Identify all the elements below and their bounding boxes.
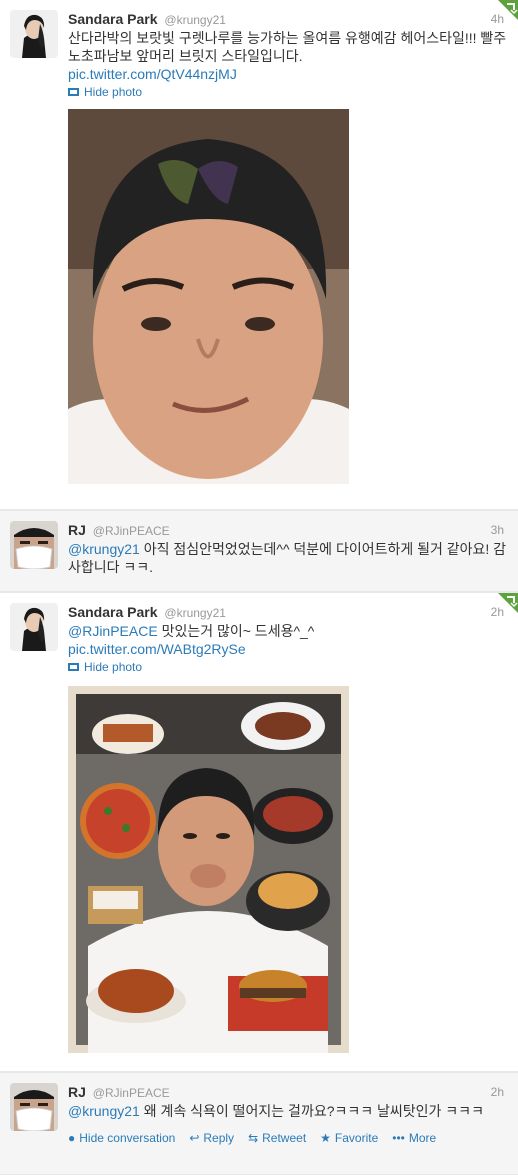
mention-link[interactable]: @krungy21	[68, 541, 140, 557]
avatar-rj[interactable]	[10, 1083, 58, 1131]
tweet-3[interactable]: Sandara Park @krungy21 2h @RJinPEACE 맛있는…	[0, 592, 518, 1072]
star-icon: ★	[320, 1131, 331, 1145]
retweet-label: Retweet	[262, 1131, 307, 1145]
more-button[interactable]: ••• More	[392, 1130, 436, 1146]
mention-link[interactable]: @krungy21	[68, 1103, 140, 1119]
hide-photo-button[interactable]: Hide photo	[68, 658, 508, 676]
tweet-header: Sandara Park @krungy21	[68, 10, 508, 28]
tweet-photo-link[interactable]: pic.twitter.com/WABtg2RySe	[68, 640, 508, 658]
tweet-text: @krungy21 아직 점심안먹었었는데^^ 덕분에 다이어트하게 될거 같아…	[68, 540, 508, 576]
retweet-icon: ⇆	[248, 1131, 259, 1145]
mention-link[interactable]: @RJinPEACE	[68, 623, 158, 639]
tweet-photo-1[interactable]	[68, 109, 349, 484]
favorite-label: Favorite	[334, 1131, 379, 1145]
tweet-author-name[interactable]: RJ	[68, 1084, 86, 1100]
favorite-button[interactable]: ★ Favorite	[320, 1130, 378, 1146]
tweet-header: RJ @RJinPEACE	[68, 1083, 508, 1101]
tweet-author-username[interactable]: @krungy21	[164, 13, 226, 27]
hide-conversation-button[interactable]: ● Hide conversation	[68, 1130, 175, 1146]
avatar-sandara[interactable]	[10, 10, 58, 58]
tweet-photo-link[interactable]: pic.twitter.com/QtV44nzjMJ	[68, 65, 508, 83]
tweet-text-body: 맛있는거 많이~ 드세용^_^	[157, 623, 315, 639]
hide-photo-label: Hide photo	[84, 660, 143, 674]
reply-icon: ↩	[189, 1131, 200, 1145]
hide-conversation-label: Hide conversation	[79, 1131, 176, 1145]
tweet-header: RJ @RJinPEACE	[68, 521, 508, 539]
tweet-text: @krungy21 왜 계속 식욕이 떨어지는 걸까요?ㅋㅋㅋ 날씨탓인가 ㅋㅋ…	[68, 1102, 508, 1120]
avatar-sandara[interactable]	[10, 603, 58, 651]
tweet-1[interactable]: Sandara Park @krungy21 4h 산다라박의 보랏빛 구렛나루…	[0, 0, 518, 510]
tweet-text: 산다라박의 보랏빛 구렛나루를 능가하는 올여름 유행예감 헤어스타일!!! 빨…	[68, 30, 507, 64]
tweet-timestamp[interactable]: 2h	[491, 1083, 504, 1101]
tweet-author-username[interactable]: @krungy21	[164, 606, 226, 620]
reply-label: Reply	[203, 1131, 235, 1145]
photo-icon	[68, 663, 79, 671]
hide-photo-button[interactable]: Hide photo	[68, 83, 508, 101]
retweet-button[interactable]: ⇆ Retweet	[248, 1130, 306, 1146]
tweet-timestamp[interactable]: 4h	[491, 10, 504, 28]
tweet-author-name[interactable]: Sandara Park	[68, 604, 158, 620]
tweet-timestamp[interactable]: 3h	[491, 521, 504, 539]
tweet-author-name[interactable]: RJ	[68, 522, 86, 538]
ellipsis-icon: •••	[392, 1131, 405, 1145]
more-label: More	[408, 1131, 437, 1145]
tweet-author-username[interactable]: @RJinPEACE	[93, 524, 170, 538]
tweet-4[interactable]: RJ @RJinPEACE 2h @krungy21 왜 계속 식욕이 떨어지는…	[0, 1072, 518, 1175]
tweet-author-name[interactable]: Sandara Park	[68, 11, 158, 27]
tweet-text-body: 왜 계속 식욕이 떨어지는 걸까요?ㅋㅋㅋ 날씨탓인가 ㅋㅋㅋ	[139, 1103, 484, 1119]
tweet-author-username[interactable]: @RJinPEACE	[93, 1086, 170, 1100]
tweet-2[interactable]: RJ @RJinPEACE 3h @krungy21 아직 점심안먹었었는데^^…	[0, 510, 518, 592]
tweet-text: @RJinPEACE 맛있는거 많이~ 드세용^_^	[68, 622, 508, 640]
reply-button[interactable]: ↩ Reply	[189, 1130, 234, 1146]
tweet-actions: ● Hide conversation ↩ Reply ⇆ Retweet ★ …	[68, 1130, 508, 1146]
conversation-icon: ●	[68, 1131, 76, 1145]
tweet-photo-2[interactable]	[68, 686, 349, 1053]
avatar-rj[interactable]	[10, 521, 58, 569]
tweet-timestamp[interactable]: 2h	[491, 603, 504, 621]
tweet-header: Sandara Park @krungy21	[68, 603, 508, 621]
photo-icon	[68, 88, 79, 96]
hide-photo-label: Hide photo	[84, 85, 143, 99]
